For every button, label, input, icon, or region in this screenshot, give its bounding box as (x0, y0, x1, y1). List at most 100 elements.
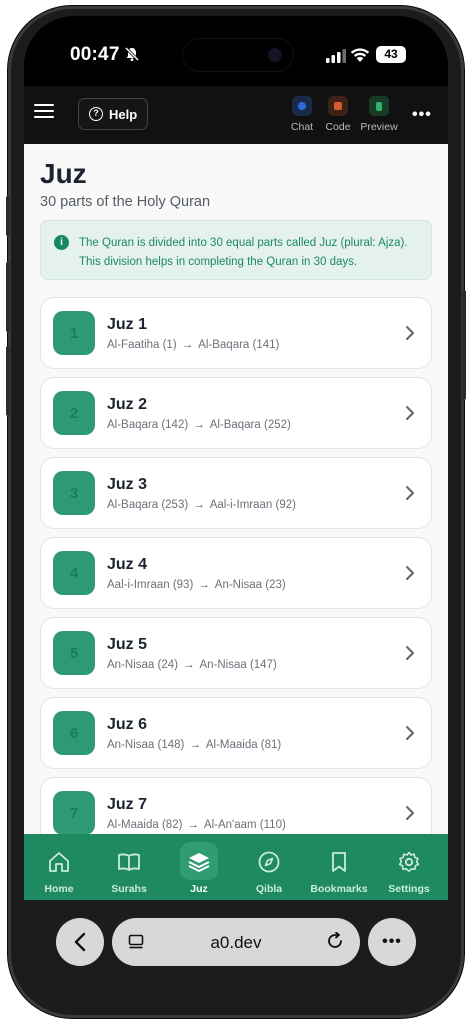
more-menu-button[interactable]: ••• (368, 918, 416, 966)
code-button[interactable]: Code (318, 96, 358, 133)
juz-number: 2 (69, 404, 79, 422)
chat-icon (292, 96, 312, 116)
arrow-right-icon: → (181, 339, 194, 351)
juz-number-badge: 2 (53, 391, 95, 435)
chevron-right-icon (406, 406, 414, 420)
chevron-right-icon (406, 646, 414, 660)
chevron-right-icon (406, 806, 414, 820)
help-label: Help (109, 106, 138, 122)
juz-end-surah: Al-Baqara (141) (198, 339, 280, 351)
chevron-right-icon (406, 566, 414, 580)
juz-number: 6 (69, 724, 79, 742)
code-label: Code (325, 121, 351, 133)
juz-end-surah: Aal-i-Imraan (92) (209, 499, 296, 511)
juz-range: Al-Baqara (253) → Aal-i-Imraan (92) (107, 499, 296, 511)
silent-bell-icon (124, 46, 140, 62)
info-banner: i The Quran is divided into 30 equal par… (40, 220, 432, 280)
reload-icon[interactable] (326, 932, 344, 950)
juz-name: Juz 4 (107, 556, 148, 573)
juz-range: Al-Baqara (142) → Al-Baqara (252) (107, 419, 291, 431)
info-text: The Quran is divided into 30 equal parts… (79, 237, 408, 268)
more-options-icon[interactable]: ••• (412, 106, 432, 124)
nav-juz[interactable]: Juz (166, 834, 232, 900)
juz-number-badge: 5 (53, 631, 95, 675)
bottom-navigation: Home Surahs Juz Qibla Bookmarks Settings (24, 834, 448, 900)
nav-settings-label: Settings (388, 883, 430, 895)
juz-page: Juz 30 parts of the Holy Quran i The Qur… (24, 144, 448, 834)
status-time: 00:47 (70, 44, 120, 65)
juz-list-item-7[interactable]: 7 Juz 7 Al-Maaida (82) → Al-An'aam (110) (40, 777, 432, 834)
volume-down-button (6, 346, 10, 416)
juz-list-item-6[interactable]: 6 Juz 6 An-Nisaa (148) → Al-Maaida (81) (40, 697, 432, 769)
juz-end-surah: Al-An'aam (110) (203, 819, 286, 831)
preview-button[interactable]: Preview (359, 96, 399, 133)
compass-icon (258, 851, 280, 873)
juz-start-surah: An-Nisaa (148) (107, 739, 185, 751)
wifi-icon (350, 48, 370, 62)
bookmark-icon (332, 852, 346, 872)
chevron-left-icon (74, 932, 86, 952)
chat-button[interactable]: Chat (282, 96, 322, 133)
juz-number-badge: 7 (53, 791, 95, 834)
juz-start-surah: Al-Faatiha (1) (107, 339, 177, 351)
juz-list-item-4[interactable]: 4 Juz 4 Aal-i-Imraan (93) → An-Nisaa (23) (40, 537, 432, 609)
help-button[interactable]: ? Help (78, 98, 149, 130)
juz-name: Juz 1 (107, 316, 148, 333)
info-icon: i (54, 235, 69, 250)
arrow-right-icon: → (182, 659, 195, 671)
arrow-right-icon: → (198, 579, 210, 591)
code-icon (328, 96, 348, 116)
mute-switch (6, 196, 10, 236)
juz-number: 3 (69, 484, 79, 502)
menu-icon[interactable] (32, 100, 56, 124)
book-icon (118, 853, 140, 871)
juz-number: 1 (69, 324, 79, 342)
juz-start-surah: Al-Baqara (142) (107, 419, 189, 431)
juz-range: Al-Maaida (82) → Al-An'aam (110) (107, 819, 286, 831)
camera-icon (268, 48, 282, 62)
nav-bookmarks[interactable]: Bookmarks (306, 834, 372, 900)
cellular-signal-icon (326, 49, 346, 63)
browser-toolbar: a0.dev ••• (24, 900, 448, 1010)
dynamic-island (182, 38, 294, 72)
battery-level: 43 (376, 46, 406, 63)
status-bar: 00:47 43 (24, 16, 448, 84)
chevron-right-icon (406, 726, 414, 740)
back-button[interactable] (56, 918, 104, 966)
juz-name: Juz 5 (107, 636, 148, 653)
juz-start-surah: Al-Maaida (82) (107, 819, 183, 831)
juz-number: 5 (69, 644, 79, 662)
juz-list-item-1[interactable]: 1 Juz 1 Al-Faatiha (1) → Al-Baqara (141) (40, 297, 432, 369)
nav-bookmarks-label: Bookmarks (310, 883, 368, 895)
juz-name: Juz 6 (107, 716, 148, 733)
address-bar[interactable]: a0.dev (112, 918, 360, 966)
layers-icon (188, 853, 210, 872)
question-icon: ? (89, 107, 103, 121)
nav-surahs-label: Surahs (111, 883, 147, 895)
juz-end-surah: An-Nisaa (147) (199, 659, 277, 671)
nav-settings[interactable]: Settings (376, 834, 442, 900)
juz-name: Juz 7 (107, 796, 148, 813)
juz-list-item-5[interactable]: 5 Juz 5 An-Nisaa (24) → An-Nisaa (147) (40, 617, 432, 689)
juz-start-surah: Al-Baqara (253) (107, 499, 189, 511)
juz-end-surah: Al-Maaida (81) (205, 739, 282, 751)
page-subtitle: 30 parts of the Holy Quran (40, 194, 211, 210)
nav-juz-label: Juz (190, 883, 208, 895)
arrow-right-icon: → (193, 499, 205, 511)
nav-home-label: Home (44, 883, 74, 895)
power-button (462, 290, 466, 400)
juz-start-surah: Aal-i-Imraan (93) (107, 579, 194, 591)
nav-qibla-label: Qibla (255, 883, 283, 895)
home-icon (49, 852, 69, 872)
juz-number: 7 (69, 804, 79, 822)
juz-start-surah: An-Nisaa (24) (107, 659, 178, 671)
page-title: Juz (40, 158, 87, 189)
juz-number-badge: 4 (53, 551, 95, 595)
nav-surahs[interactable]: Surahs (96, 834, 162, 900)
juz-name: Juz 2 (107, 396, 148, 413)
nav-home[interactable]: Home (26, 834, 92, 900)
nav-qibla[interactable]: Qibla (236, 834, 302, 900)
preview-label: Preview (360, 121, 398, 133)
juz-list-item-3[interactable]: 3 Juz 3 Al-Baqara (253) → Aal-i-Imraan (92… (40, 457, 432, 529)
juz-list-item-2[interactable]: 2 Juz 2 Al-Baqara (142) → Al-Baqara (252) (40, 377, 432, 449)
